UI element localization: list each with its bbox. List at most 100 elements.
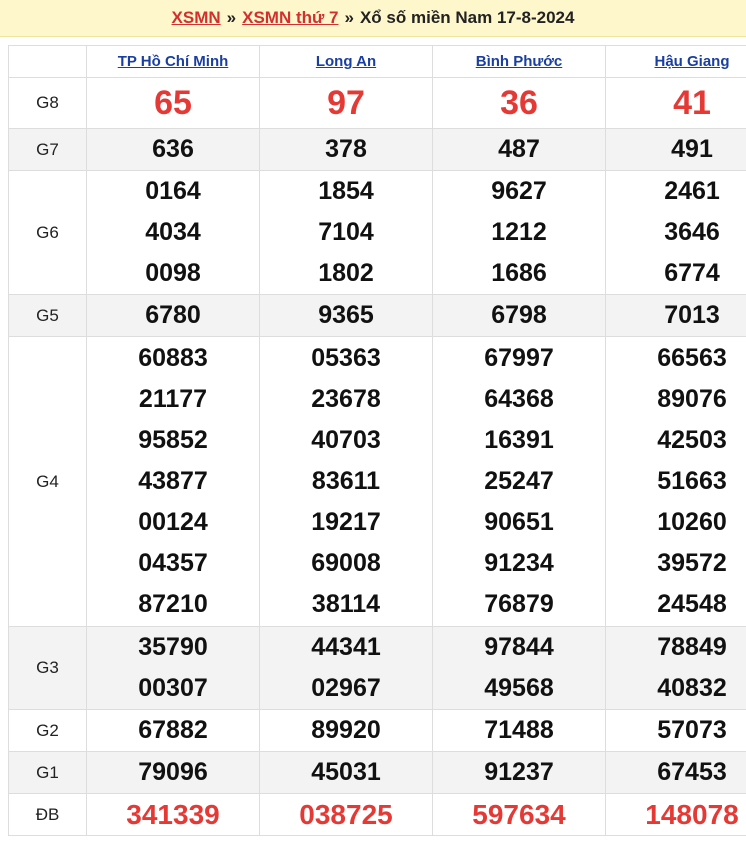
- page-header: XSMN » XSMN thứ 7 » Xổ số miền Nam 17-8-…: [0, 0, 746, 37]
- prize-label: G1: [8, 751, 87, 794]
- prize-cell: 2461 3646 6774: [605, 170, 746, 295]
- prize-cell: 6780: [86, 294, 260, 337]
- prize-cell: 597634: [432, 793, 606, 836]
- prize-number: 3646: [664, 218, 720, 246]
- prize-row-g4: G4 60883 21177 95852 43877 00124 04357 87210 053…: [8, 336, 746, 627]
- prize-row-db: ĐB 341339 038725 597634 148078: [8, 793, 746, 836]
- prize-number: 36: [500, 83, 538, 122]
- prize-label: ĐB: [8, 793, 87, 836]
- prize-cell: 35790 00307: [86, 626, 260, 710]
- prize-number: 67997: [484, 344, 554, 372]
- prize-number: 4034: [145, 218, 201, 246]
- prize-number: 83611: [311, 467, 381, 495]
- prize-row-g7: G7 636 378 487 491: [8, 128, 746, 171]
- prize-cell: 97844 49568: [432, 626, 606, 710]
- prize-number: 89076: [657, 385, 727, 413]
- prize-label: G6: [8, 170, 87, 295]
- prize-number: 43877: [138, 467, 208, 495]
- prize-cell: 91237: [432, 751, 606, 794]
- province-link-hau-giang[interactable]: Hậu Giang: [654, 53, 729, 70]
- prize-number: 41: [673, 83, 711, 122]
- xsmn-link[interactable]: XSMN: [172, 8, 221, 28]
- prize-number: 00307: [138, 674, 208, 702]
- prize-cell: 89920: [259, 709, 433, 752]
- prize-number: 90651: [484, 508, 554, 536]
- prize-row-g3: G3 35790 00307 44341 02967 97844 49568 78849 408…: [8, 626, 746, 710]
- prize-number: 78849: [657, 633, 727, 661]
- province-link-hcm[interactable]: TP Hồ Chí Minh: [118, 53, 229, 70]
- prize-number: 40703: [311, 426, 381, 454]
- prize-row-g2: G2 67882 89920 71488 57073: [8, 709, 746, 752]
- prize-number: 44341: [311, 633, 381, 661]
- prize-number: 23678: [311, 385, 381, 413]
- prize-number: 19217: [311, 508, 381, 536]
- prize-cell: 487: [432, 128, 606, 171]
- prize-cell: 7013: [605, 294, 746, 337]
- province-header: TP Hồ Chí Minh: [86, 45, 260, 78]
- prize-cell: 636: [86, 128, 260, 171]
- prize-cell: 44341 02967: [259, 626, 433, 710]
- prize-number: 71488: [484, 716, 554, 744]
- prize-cell: 9365: [259, 294, 433, 337]
- prize-number: 89920: [311, 716, 381, 744]
- prize-label: G8: [8, 77, 87, 129]
- prize-number: 87210: [138, 590, 208, 618]
- breadcrumb-separator: »: [226, 8, 237, 27]
- prize-number: 04357: [138, 549, 208, 577]
- prize-cell: 1854 7104 1802: [259, 170, 433, 295]
- province-header: Bình Phước: [432, 45, 606, 78]
- prize-number: 16391: [484, 426, 554, 454]
- province-header: Long An: [259, 45, 433, 78]
- prize-number: 597634: [472, 799, 566, 830]
- prize-number: 91237: [484, 758, 554, 786]
- prize-number: 1212: [491, 218, 547, 246]
- prize-cell: 41: [605, 77, 746, 129]
- prize-number: 7104: [318, 218, 374, 246]
- prize-cell: 491: [605, 128, 746, 171]
- prize-number: 0164: [145, 177, 201, 205]
- prize-number: 0098: [145, 259, 201, 287]
- prize-number: 10260: [657, 508, 727, 536]
- prize-cell: 66563 89076 42503 51663 10260 39572 24548: [605, 336, 746, 627]
- province-link-long-an[interactable]: Long An: [316, 53, 376, 70]
- prize-row-g5: G5 6780 9365 6798 7013: [8, 294, 746, 337]
- prize-cell: 57073: [605, 709, 746, 752]
- prize-cell: 341339: [86, 793, 260, 836]
- prize-number: 05363: [311, 344, 381, 372]
- prize-number: 76879: [484, 590, 554, 618]
- prize-row-g1: G1 79096 45031 91237 67453: [8, 751, 746, 794]
- prize-cell: 78849 40832: [605, 626, 746, 710]
- prize-number: 51663: [657, 467, 727, 495]
- prize-number: 6780: [145, 301, 201, 329]
- prize-number: 1802: [318, 259, 374, 287]
- page-title: Xổ số miền Nam 17-8-2024: [359, 8, 575, 27]
- xsmn-thu7-link[interactable]: XSMN thứ 7: [242, 8, 338, 28]
- prize-number: 65: [154, 83, 192, 122]
- prize-row-g6: G6 0164 4034 0098 1854 7104 1802 9627 1212 1686 24…: [8, 170, 746, 295]
- breadcrumb-separator: »: [344, 8, 354, 27]
- prize-number: 79096: [138, 758, 208, 786]
- prize-number: 6798: [491, 301, 547, 329]
- prize-number: 02967: [311, 674, 381, 702]
- prize-number: 00124: [138, 508, 208, 536]
- prize-number: 35790: [138, 633, 208, 661]
- prize-cell: 79096: [86, 751, 260, 794]
- prize-cell: 67882: [86, 709, 260, 752]
- prize-number: 1854: [318, 177, 374, 205]
- prize-number: 91234: [484, 549, 554, 577]
- prize-number: 2461: [664, 177, 720, 205]
- prize-label: G5: [8, 294, 87, 337]
- prize-cell: 71488: [432, 709, 606, 752]
- prize-number: 69008: [311, 549, 381, 577]
- province-link-binh-phuoc[interactable]: Bình Phước: [476, 53, 563, 70]
- results-table: TP Hồ Chí Minh Long An Bình Phước Hậu Gi…: [8, 45, 746, 836]
- prize-number: 45031: [311, 758, 381, 786]
- prize-cell: 378: [259, 128, 433, 171]
- prize-cell: 05363 23678 40703 83611 19217 69008 38114: [259, 336, 433, 627]
- prize-number: 42503: [657, 426, 727, 454]
- prize-number: 66563: [657, 344, 727, 372]
- prize-number: 7013: [664, 301, 720, 329]
- prize-cell: 148078: [605, 793, 746, 836]
- prize-cell: 36: [432, 77, 606, 129]
- prize-cell: 9627 1212 1686: [432, 170, 606, 295]
